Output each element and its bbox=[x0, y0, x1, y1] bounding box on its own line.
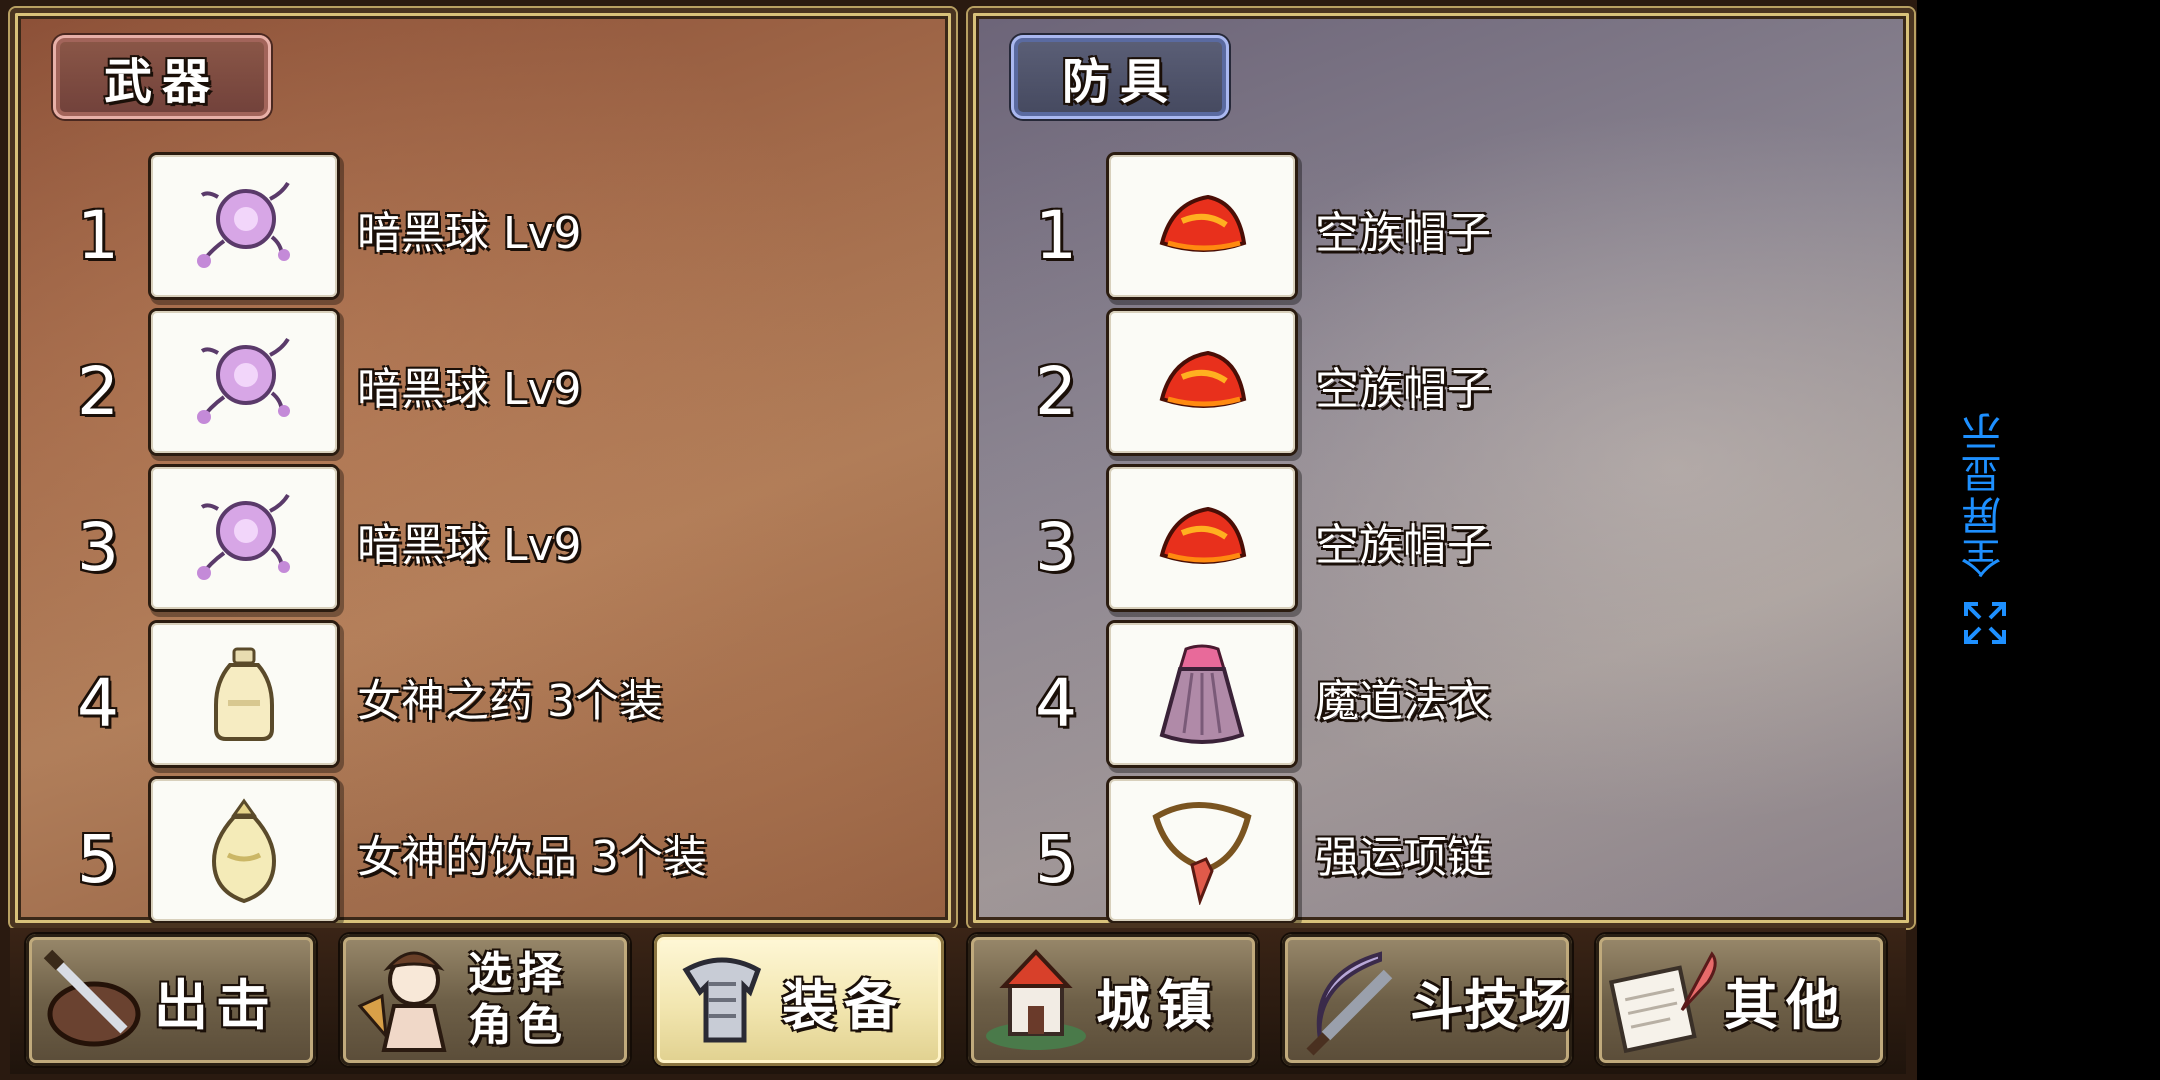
armor-icon bbox=[682, 957, 762, 1043]
armor-slot-3[interactable]: 3 空族帽子 bbox=[973, 467, 1909, 617]
sortie-label: 出击 bbox=[154, 973, 278, 1037]
lucky-necklace-icon bbox=[1109, 779, 1295, 921]
other-label: 其他 bbox=[1724, 973, 1848, 1037]
magic-robe-icon bbox=[1109, 623, 1295, 765]
equipment-button[interactable]: 装备 bbox=[654, 934, 944, 1066]
item-name: 强运项链 bbox=[1315, 832, 1491, 883]
armor-slot-4[interactable]: 4 魔道法衣 bbox=[973, 623, 1909, 773]
dark-orb-icon bbox=[151, 467, 337, 609]
game-screen: 武器 1 暗黑球 Lv9 2 暗黑球 Lv9 3 暗黑球 Lv9 4 女神之药 … bbox=[0, 0, 1917, 1080]
slot-number: 5 bbox=[77, 821, 119, 898]
weapon-panel: 武器 1 暗黑球 Lv9 2 暗黑球 Lv9 3 暗黑球 Lv9 4 女神之药 … bbox=[10, 8, 956, 928]
armor-panel: 防具 1 空族帽子 2 空族帽子 3 空族帽子 4 魔道法衣 5 强运项链 bbox=[968, 8, 1914, 928]
dark-orb-icon bbox=[151, 155, 337, 297]
item-name: 女神的饮品 3个装 bbox=[357, 832, 707, 883]
arena-button[interactable]: 斗技场 bbox=[1282, 934, 1572, 1066]
item-name: 暗黑球 Lv9 bbox=[357, 208, 582, 259]
slot-number: 5 bbox=[1035, 821, 1077, 898]
weapon-panel-title: 武器 bbox=[53, 35, 271, 119]
red-hat-icon bbox=[1109, 311, 1295, 453]
drink-flask-icon bbox=[151, 779, 337, 921]
slot-number: 3 bbox=[77, 509, 119, 586]
item-name: 空族帽子 bbox=[1315, 364, 1491, 415]
town-button[interactable]: 城镇 bbox=[968, 934, 1258, 1066]
arena-sword-icon bbox=[1306, 951, 1393, 1056]
scroll-quill-icon bbox=[1608, 951, 1717, 1054]
item-name: 空族帽子 bbox=[1315, 520, 1491, 571]
slot-number: 4 bbox=[77, 665, 119, 742]
potion-bottle-icon bbox=[151, 623, 337, 765]
slot-number: 3 bbox=[1035, 509, 1077, 586]
select-label-line1: 选择 bbox=[468, 948, 568, 999]
item-name: 女神之药 3个装 bbox=[357, 676, 663, 727]
character-icon bbox=[357, 951, 447, 1052]
slot-number: 1 bbox=[77, 197, 119, 274]
armor-slot-1[interactable]: 1 空族帽子 bbox=[973, 155, 1909, 305]
sortie-button[interactable]: 出击 bbox=[26, 934, 316, 1066]
armor-panel-title: 防具 bbox=[1011, 35, 1229, 119]
arena-label: 斗技场 bbox=[1410, 973, 1572, 1037]
weapon-slot-1[interactable]: 1 暗黑球 Lv9 bbox=[15, 155, 951, 305]
select-character-button[interactable]: 选择 角色 bbox=[340, 934, 630, 1066]
red-hat-icon bbox=[1109, 467, 1295, 609]
slot-number: 1 bbox=[1035, 197, 1077, 274]
other-button[interactable]: 其他 bbox=[1596, 934, 1886, 1066]
weapon-slot-5[interactable]: 5 女神的饮品 3个装 bbox=[15, 779, 951, 923]
expand-icon bbox=[1964, 602, 2006, 644]
item-name: 暗黑球 Lv9 bbox=[357, 364, 582, 415]
slot-number: 4 bbox=[1035, 665, 1077, 742]
slot-number: 2 bbox=[77, 353, 119, 430]
slot-number: 2 bbox=[1035, 353, 1077, 430]
sortie-icon bbox=[43, 949, 141, 1047]
red-hat-icon bbox=[1109, 155, 1295, 297]
fullscreen-toggle[interactable]: 全屏显示 bbox=[1955, 410, 2015, 670]
item-name: 暗黑球 Lv9 bbox=[357, 520, 582, 571]
weapon-slot-4[interactable]: 4 女神之药 3个装 bbox=[15, 623, 951, 773]
select-character-label: 选择 角色 bbox=[468, 948, 568, 1052]
equipment-label: 装备 bbox=[782, 973, 906, 1037]
fullscreen-label: 全屏显示 bbox=[1962, 410, 2008, 578]
main-menu-bar: 出击 选择 角色 装备 城镇 斗技场 其他 bbox=[10, 928, 1906, 1074]
item-name: 魔道法衣 bbox=[1315, 676, 1491, 727]
item-name: 空族帽子 bbox=[1315, 208, 1491, 259]
armor-slot-2[interactable]: 2 空族帽子 bbox=[973, 311, 1909, 461]
town-label: 城镇 bbox=[1096, 973, 1220, 1037]
castle-town-icon bbox=[986, 949, 1086, 1050]
weapon-slot-3[interactable]: 3 暗黑球 Lv9 bbox=[15, 467, 951, 617]
weapon-slot-2[interactable]: 2 暗黑球 Lv9 bbox=[15, 311, 951, 461]
select-label-line2: 角色 bbox=[468, 1000, 568, 1051]
armor-slot-5[interactable]: 5 强运项链 bbox=[973, 779, 1909, 923]
dark-orb-icon bbox=[151, 311, 337, 453]
